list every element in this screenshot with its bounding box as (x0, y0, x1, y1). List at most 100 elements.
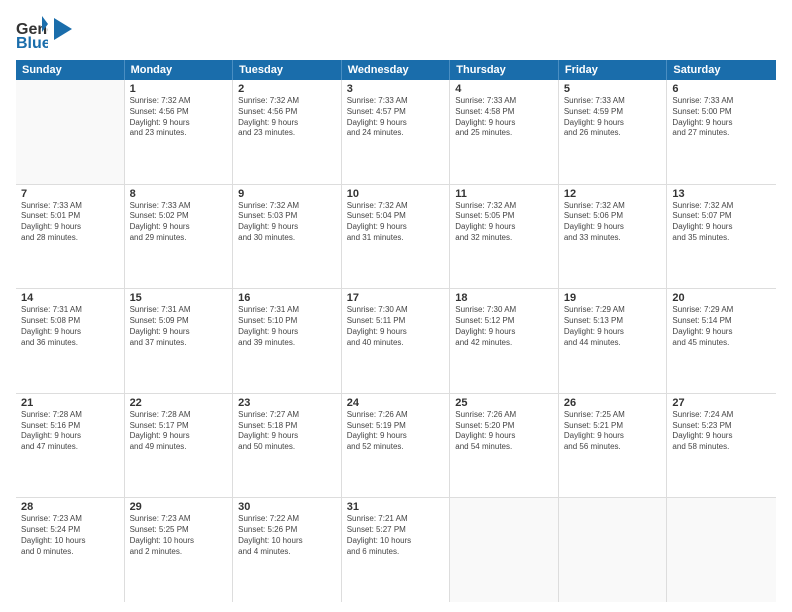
day-number: 23 (238, 397, 336, 409)
day-number: 5 (564, 83, 662, 95)
day-info: Sunrise: 7:30 AMSunset: 5:12 PMDaylight:… (455, 305, 553, 348)
calendar-day-3: 3Sunrise: 7:33 AMSunset: 4:57 PMDaylight… (342, 80, 451, 184)
page: General Blue SundayMondayTuesdayWednesda… (0, 0, 792, 612)
calendar-day-20: 20Sunrise: 7:29 AMSunset: 5:14 PMDayligh… (667, 289, 776, 393)
day-number: 25 (455, 397, 553, 409)
day-number: 20 (672, 292, 771, 304)
day-number: 29 (130, 501, 228, 513)
day-number: 19 (564, 292, 662, 304)
day-info: Sunrise: 7:32 AMSunset: 5:04 PMDaylight:… (347, 201, 445, 244)
day-number: 28 (21, 501, 119, 513)
calendar-day-empty (450, 498, 559, 602)
header-day-thursday: Thursday (450, 60, 559, 80)
day-info: Sunrise: 7:26 AMSunset: 5:20 PMDaylight:… (455, 410, 553, 453)
day-number: 1 (130, 83, 228, 95)
day-number: 14 (21, 292, 119, 304)
calendar-day-19: 19Sunrise: 7:29 AMSunset: 5:13 PMDayligh… (559, 289, 668, 393)
calendar-day-empty (667, 498, 776, 602)
day-number: 31 (347, 501, 445, 513)
day-number: 15 (130, 292, 228, 304)
day-info: Sunrise: 7:27 AMSunset: 5:18 PMDaylight:… (238, 410, 336, 453)
calendar-week-4: 21Sunrise: 7:28 AMSunset: 5:16 PMDayligh… (16, 394, 776, 499)
calendar-day-24: 24Sunrise: 7:26 AMSunset: 5:19 PMDayligh… (342, 394, 451, 498)
day-number: 11 (455, 188, 553, 200)
day-info: Sunrise: 7:30 AMSunset: 5:11 PMDaylight:… (347, 305, 445, 348)
day-info: Sunrise: 7:28 AMSunset: 5:16 PMDaylight:… (21, 410, 119, 453)
day-info: Sunrise: 7:21 AMSunset: 5:27 PMDaylight:… (347, 514, 445, 557)
calendar-week-3: 14Sunrise: 7:31 AMSunset: 5:08 PMDayligh… (16, 289, 776, 394)
day-number: 21 (21, 397, 119, 409)
day-info: Sunrise: 7:33 AMSunset: 5:02 PMDaylight:… (130, 201, 228, 244)
calendar: SundayMondayTuesdayWednesdayThursdayFrid… (16, 60, 776, 602)
calendar-day-5: 5Sunrise: 7:33 AMSunset: 4:59 PMDaylight… (559, 80, 668, 184)
day-info: Sunrise: 7:23 AMSunset: 5:24 PMDaylight:… (21, 514, 119, 557)
logo: General Blue (16, 16, 72, 52)
day-info: Sunrise: 7:32 AMSunset: 4:56 PMDaylight:… (238, 96, 336, 139)
header-day-tuesday: Tuesday (233, 60, 342, 80)
day-number: 6 (672, 83, 771, 95)
calendar-day-4: 4Sunrise: 7:33 AMSunset: 4:58 PMDaylight… (450, 80, 559, 184)
calendar-day-31: 31Sunrise: 7:21 AMSunset: 5:27 PMDayligh… (342, 498, 451, 602)
day-info: Sunrise: 7:25 AMSunset: 5:21 PMDaylight:… (564, 410, 662, 453)
day-number: 4 (455, 83, 553, 95)
day-info: Sunrise: 7:32 AMSunset: 5:06 PMDaylight:… (564, 201, 662, 244)
day-number: 16 (238, 292, 336, 304)
calendar-day-14: 14Sunrise: 7:31 AMSunset: 5:08 PMDayligh… (16, 289, 125, 393)
calendar-day-11: 11Sunrise: 7:32 AMSunset: 5:05 PMDayligh… (450, 185, 559, 289)
calendar-day-7: 7Sunrise: 7:33 AMSunset: 5:01 PMDaylight… (16, 185, 125, 289)
day-info: Sunrise: 7:33 AMSunset: 4:58 PMDaylight:… (455, 96, 553, 139)
calendar-day-9: 9Sunrise: 7:32 AMSunset: 5:03 PMDaylight… (233, 185, 342, 289)
calendar-day-28: 28Sunrise: 7:23 AMSunset: 5:24 PMDayligh… (16, 498, 125, 602)
calendar-day-30: 30Sunrise: 7:22 AMSunset: 5:26 PMDayligh… (233, 498, 342, 602)
calendar-week-2: 7Sunrise: 7:33 AMSunset: 5:01 PMDaylight… (16, 185, 776, 290)
day-info: Sunrise: 7:29 AMSunset: 5:13 PMDaylight:… (564, 305, 662, 348)
day-info: Sunrise: 7:33 AMSunset: 5:01 PMDaylight:… (21, 201, 119, 244)
day-info: Sunrise: 7:31 AMSunset: 5:08 PMDaylight:… (21, 305, 119, 348)
day-number: 10 (347, 188, 445, 200)
day-info: Sunrise: 7:29 AMSunset: 5:14 PMDaylight:… (672, 305, 771, 348)
day-info: Sunrise: 7:28 AMSunset: 5:17 PMDaylight:… (130, 410, 228, 453)
day-info: Sunrise: 7:33 AMSunset: 4:57 PMDaylight:… (347, 96, 445, 139)
calendar-week-1: 1Sunrise: 7:32 AMSunset: 4:56 PMDaylight… (16, 80, 776, 185)
logo-arrow-icon (54, 18, 72, 40)
day-info: Sunrise: 7:32 AMSunset: 5:03 PMDaylight:… (238, 201, 336, 244)
calendar-day-10: 10Sunrise: 7:32 AMSunset: 5:04 PMDayligh… (342, 185, 451, 289)
day-number: 22 (130, 397, 228, 409)
calendar-day-12: 12Sunrise: 7:32 AMSunset: 5:06 PMDayligh… (559, 185, 668, 289)
day-info: Sunrise: 7:32 AMSunset: 4:56 PMDaylight:… (130, 96, 228, 139)
day-number: 27 (672, 397, 771, 409)
day-number: 30 (238, 501, 336, 513)
calendar-day-29: 29Sunrise: 7:23 AMSunset: 5:25 PMDayligh… (125, 498, 234, 602)
calendar-header: SundayMondayTuesdayWednesdayThursdayFrid… (16, 60, 776, 80)
calendar-day-1: 1Sunrise: 7:32 AMSunset: 4:56 PMDaylight… (125, 80, 234, 184)
calendar-day-26: 26Sunrise: 7:25 AMSunset: 5:21 PMDayligh… (559, 394, 668, 498)
header-day-monday: Monday (125, 60, 234, 80)
calendar-day-empty (559, 498, 668, 602)
day-number: 17 (347, 292, 445, 304)
svg-text:Blue: Blue (16, 35, 48, 52)
day-number: 8 (130, 188, 228, 200)
day-number: 13 (672, 188, 771, 200)
day-number: 24 (347, 397, 445, 409)
calendar-day-8: 8Sunrise: 7:33 AMSunset: 5:02 PMDaylight… (125, 185, 234, 289)
calendar-day-empty (16, 80, 125, 184)
header-day-friday: Friday (559, 60, 668, 80)
day-info: Sunrise: 7:22 AMSunset: 5:26 PMDaylight:… (238, 514, 336, 557)
calendar-week-5: 28Sunrise: 7:23 AMSunset: 5:24 PMDayligh… (16, 498, 776, 602)
day-number: 18 (455, 292, 553, 304)
header-day-saturday: Saturday (667, 60, 776, 80)
calendar-body: 1Sunrise: 7:32 AMSunset: 4:56 PMDaylight… (16, 80, 776, 602)
header-day-sunday: Sunday (16, 60, 125, 80)
calendar-day-17: 17Sunrise: 7:30 AMSunset: 5:11 PMDayligh… (342, 289, 451, 393)
calendar-day-16: 16Sunrise: 7:31 AMSunset: 5:10 PMDayligh… (233, 289, 342, 393)
day-number: 2 (238, 83, 336, 95)
calendar-day-25: 25Sunrise: 7:26 AMSunset: 5:20 PMDayligh… (450, 394, 559, 498)
calendar-day-21: 21Sunrise: 7:28 AMSunset: 5:16 PMDayligh… (16, 394, 125, 498)
calendar-day-27: 27Sunrise: 7:24 AMSunset: 5:23 PMDayligh… (667, 394, 776, 498)
calendar-day-18: 18Sunrise: 7:30 AMSunset: 5:12 PMDayligh… (450, 289, 559, 393)
day-info: Sunrise: 7:23 AMSunset: 5:25 PMDaylight:… (130, 514, 228, 557)
day-number: 12 (564, 188, 662, 200)
day-info: Sunrise: 7:31 AMSunset: 5:09 PMDaylight:… (130, 305, 228, 348)
day-number: 7 (21, 188, 119, 200)
day-number: 26 (564, 397, 662, 409)
